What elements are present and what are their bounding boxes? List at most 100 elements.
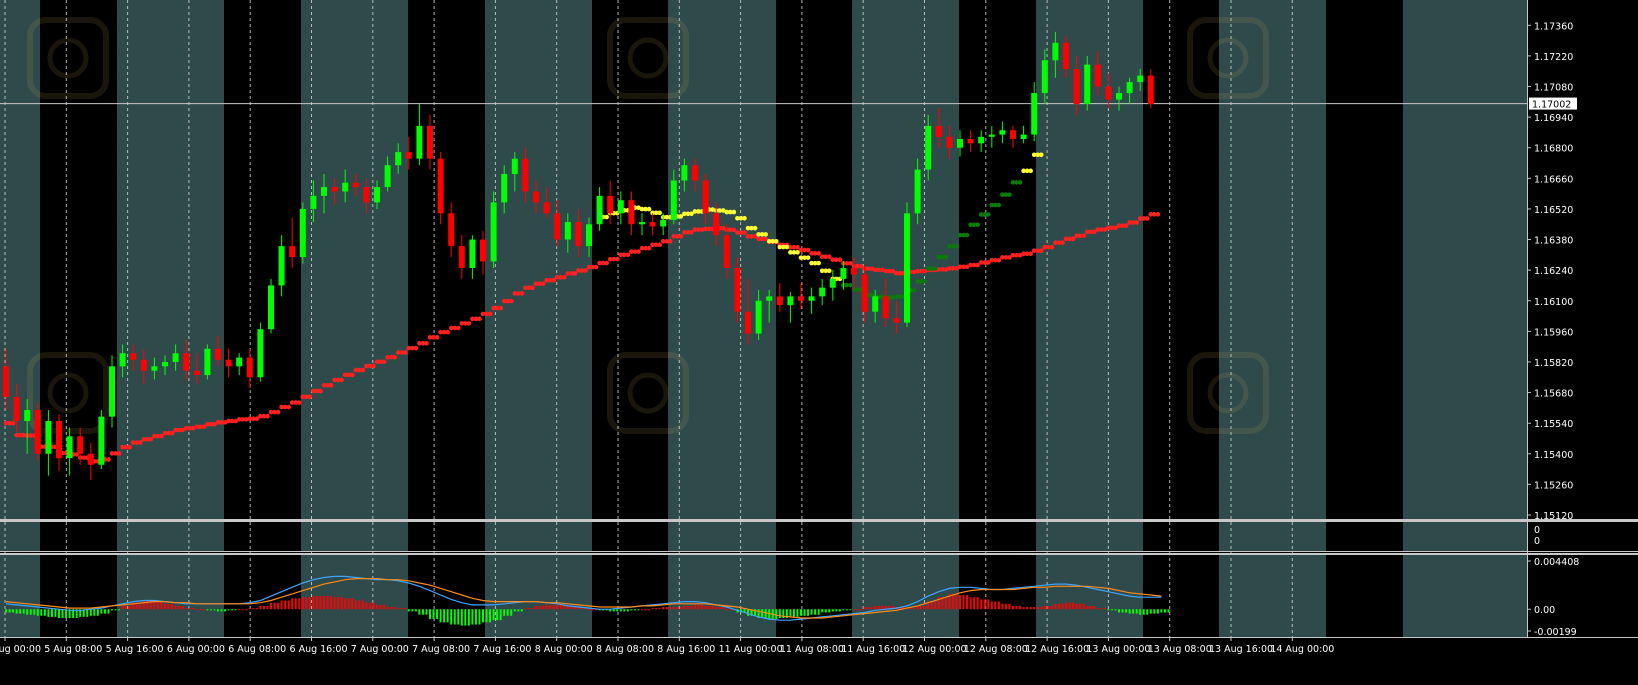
long-ma-dot	[561, 274, 567, 280]
candle-down	[1010, 130, 1016, 139]
long-ma-dot	[328, 382, 334, 388]
candle-down	[1147, 75, 1154, 105]
long-ma-dot	[127, 444, 132, 450]
macd-histogram-bar	[291, 598, 294, 610]
long-ma-dot	[1081, 233, 1086, 239]
macd-histogram-bar	[701, 604, 704, 610]
candle-down	[1105, 86, 1112, 100]
long-ma-dot	[169, 430, 175, 436]
macd-histogram-bar	[323, 596, 325, 610]
long-ma-dot	[275, 409, 281, 415]
macd-histogram-bar	[478, 609, 481, 625]
macd-histogram-bar	[990, 601, 993, 610]
macd-histogram-bar	[29, 609, 32, 615]
macd-histogram-bar	[471, 609, 474, 625]
macd-histogram-bar	[227, 609, 230, 611]
macd-histogram-bar	[153, 601, 156, 610]
long-ma-dot	[1144, 216, 1150, 221]
macd-histogram-bar	[418, 609, 421, 615]
macd-histogram-bar	[690, 605, 693, 610]
macd-histogram-bar	[308, 597, 311, 610]
macd-histogram-bar	[1160, 609, 1163, 613]
macd-histogram-bar	[729, 609, 732, 611]
macd-histogram-bar	[1054, 603, 1057, 610]
panel-divider	[0, 551, 1638, 552]
macd-histogram-bar	[397, 608, 400, 610]
price-tick-label: 1.16940	[1534, 113, 1573, 124]
candle-up	[1116, 93, 1122, 100]
session-band	[1403, 555, 1527, 637]
macd-histogram-bar	[1061, 603, 1064, 610]
macd-histogram-bar	[287, 600, 290, 610]
macd-histogram-bar	[1036, 607, 1039, 610]
session-band	[224, 0, 301, 519]
macd-histogram-bar	[315, 596, 318, 610]
sub-axis-label: 0	[1534, 536, 1540, 547]
time-tick-label: 5 Aug 00:00	[0, 644, 41, 655]
macd-histogram-bar	[209, 609, 212, 611]
time-tick-label: 6 Aug 08:00	[228, 644, 286, 655]
macd-histogram-bar	[559, 604, 562, 610]
macd-histogram-bar	[174, 605, 177, 610]
macd-histogram-bar	[467, 609, 470, 626]
macd-histogram-bar	[517, 609, 520, 612]
macd-histogram-bar	[1033, 607, 1036, 610]
time-tick-label: 8 Aug 00:00	[535, 644, 593, 655]
candle-down	[723, 235, 730, 268]
macd-histogram-bar	[379, 604, 382, 610]
macd-histogram-bar	[429, 609, 431, 620]
candle-up	[1020, 134, 1027, 139]
candle-up	[501, 173, 508, 203]
candle-down	[607, 195, 614, 214]
candle-down	[702, 180, 709, 214]
macd-histogram-bar	[171, 603, 174, 610]
candle-up	[670, 180, 677, 220]
macd-histogram-bar	[1156, 609, 1159, 614]
macd-histogram-bar	[845, 609, 848, 611]
candle-up	[45, 420, 52, 454]
long-ma-dot	[540, 281, 546, 287]
mid-ma-dot	[975, 222, 980, 228]
macd-histogram-bar	[616, 609, 619, 612]
session-band	[40, 555, 117, 637]
time-tick-label: 13 Aug 08:00	[1148, 644, 1212, 655]
long-ma-dot	[148, 436, 154, 442]
session-band	[1326, 522, 1403, 551]
long-ma-dot	[742, 230, 747, 235]
macd-histogram-bar	[33, 609, 36, 615]
long-ma-dot	[137, 440, 143, 445]
price-tick-label: 1.16520	[1534, 205, 1573, 216]
macd-histogram-bar	[241, 609, 244, 611]
macd-histogram-bar	[662, 607, 665, 610]
time-tick-label: 13 Aug 16:00	[1209, 644, 1273, 655]
price-tick-label: 1.17080	[1534, 83, 1573, 94]
macd-histogram-bar	[19, 609, 22, 614]
macd-histogram-bar	[372, 602, 375, 610]
trading-chart[interactable]: 1.17360 1.17220 1.17080 1.16940 1.16800 1.166…	[0, 0, 1638, 685]
macd-histogram-bar	[672, 607, 675, 610]
candle-down	[480, 239, 486, 262]
macd-histogram-bar	[195, 609, 198, 611]
macd-histogram-bar	[842, 609, 845, 611]
long-ma-dot	[1049, 244, 1055, 250]
mid-ma-dot	[1038, 152, 1044, 158]
macd-tick-label: -0.00199	[1534, 627, 1577, 638]
candle-up	[1126, 82, 1133, 94]
candle-up	[172, 353, 179, 362]
long-ma-dot	[805, 247, 811, 253]
macd-histogram-bar	[1029, 607, 1032, 610]
macd-histogram-bar	[973, 597, 976, 610]
mid-ma-dot	[1017, 180, 1023, 185]
macd-histogram-bar	[1100, 608, 1103, 610]
candle-down	[543, 202, 550, 214]
macd-histogram-bar	[792, 609, 795, 617]
candle-up	[766, 296, 773, 301]
macd-histogram-bar	[556, 604, 559, 610]
session-band	[1143, 555, 1219, 637]
candle-down	[745, 311, 751, 334]
macd-histogram-bar	[43, 609, 46, 616]
candle-down	[87, 453, 94, 465]
session-band	[224, 555, 301, 637]
macd-histogram-bar	[202, 609, 205, 611]
long-ma-dot	[318, 388, 323, 394]
